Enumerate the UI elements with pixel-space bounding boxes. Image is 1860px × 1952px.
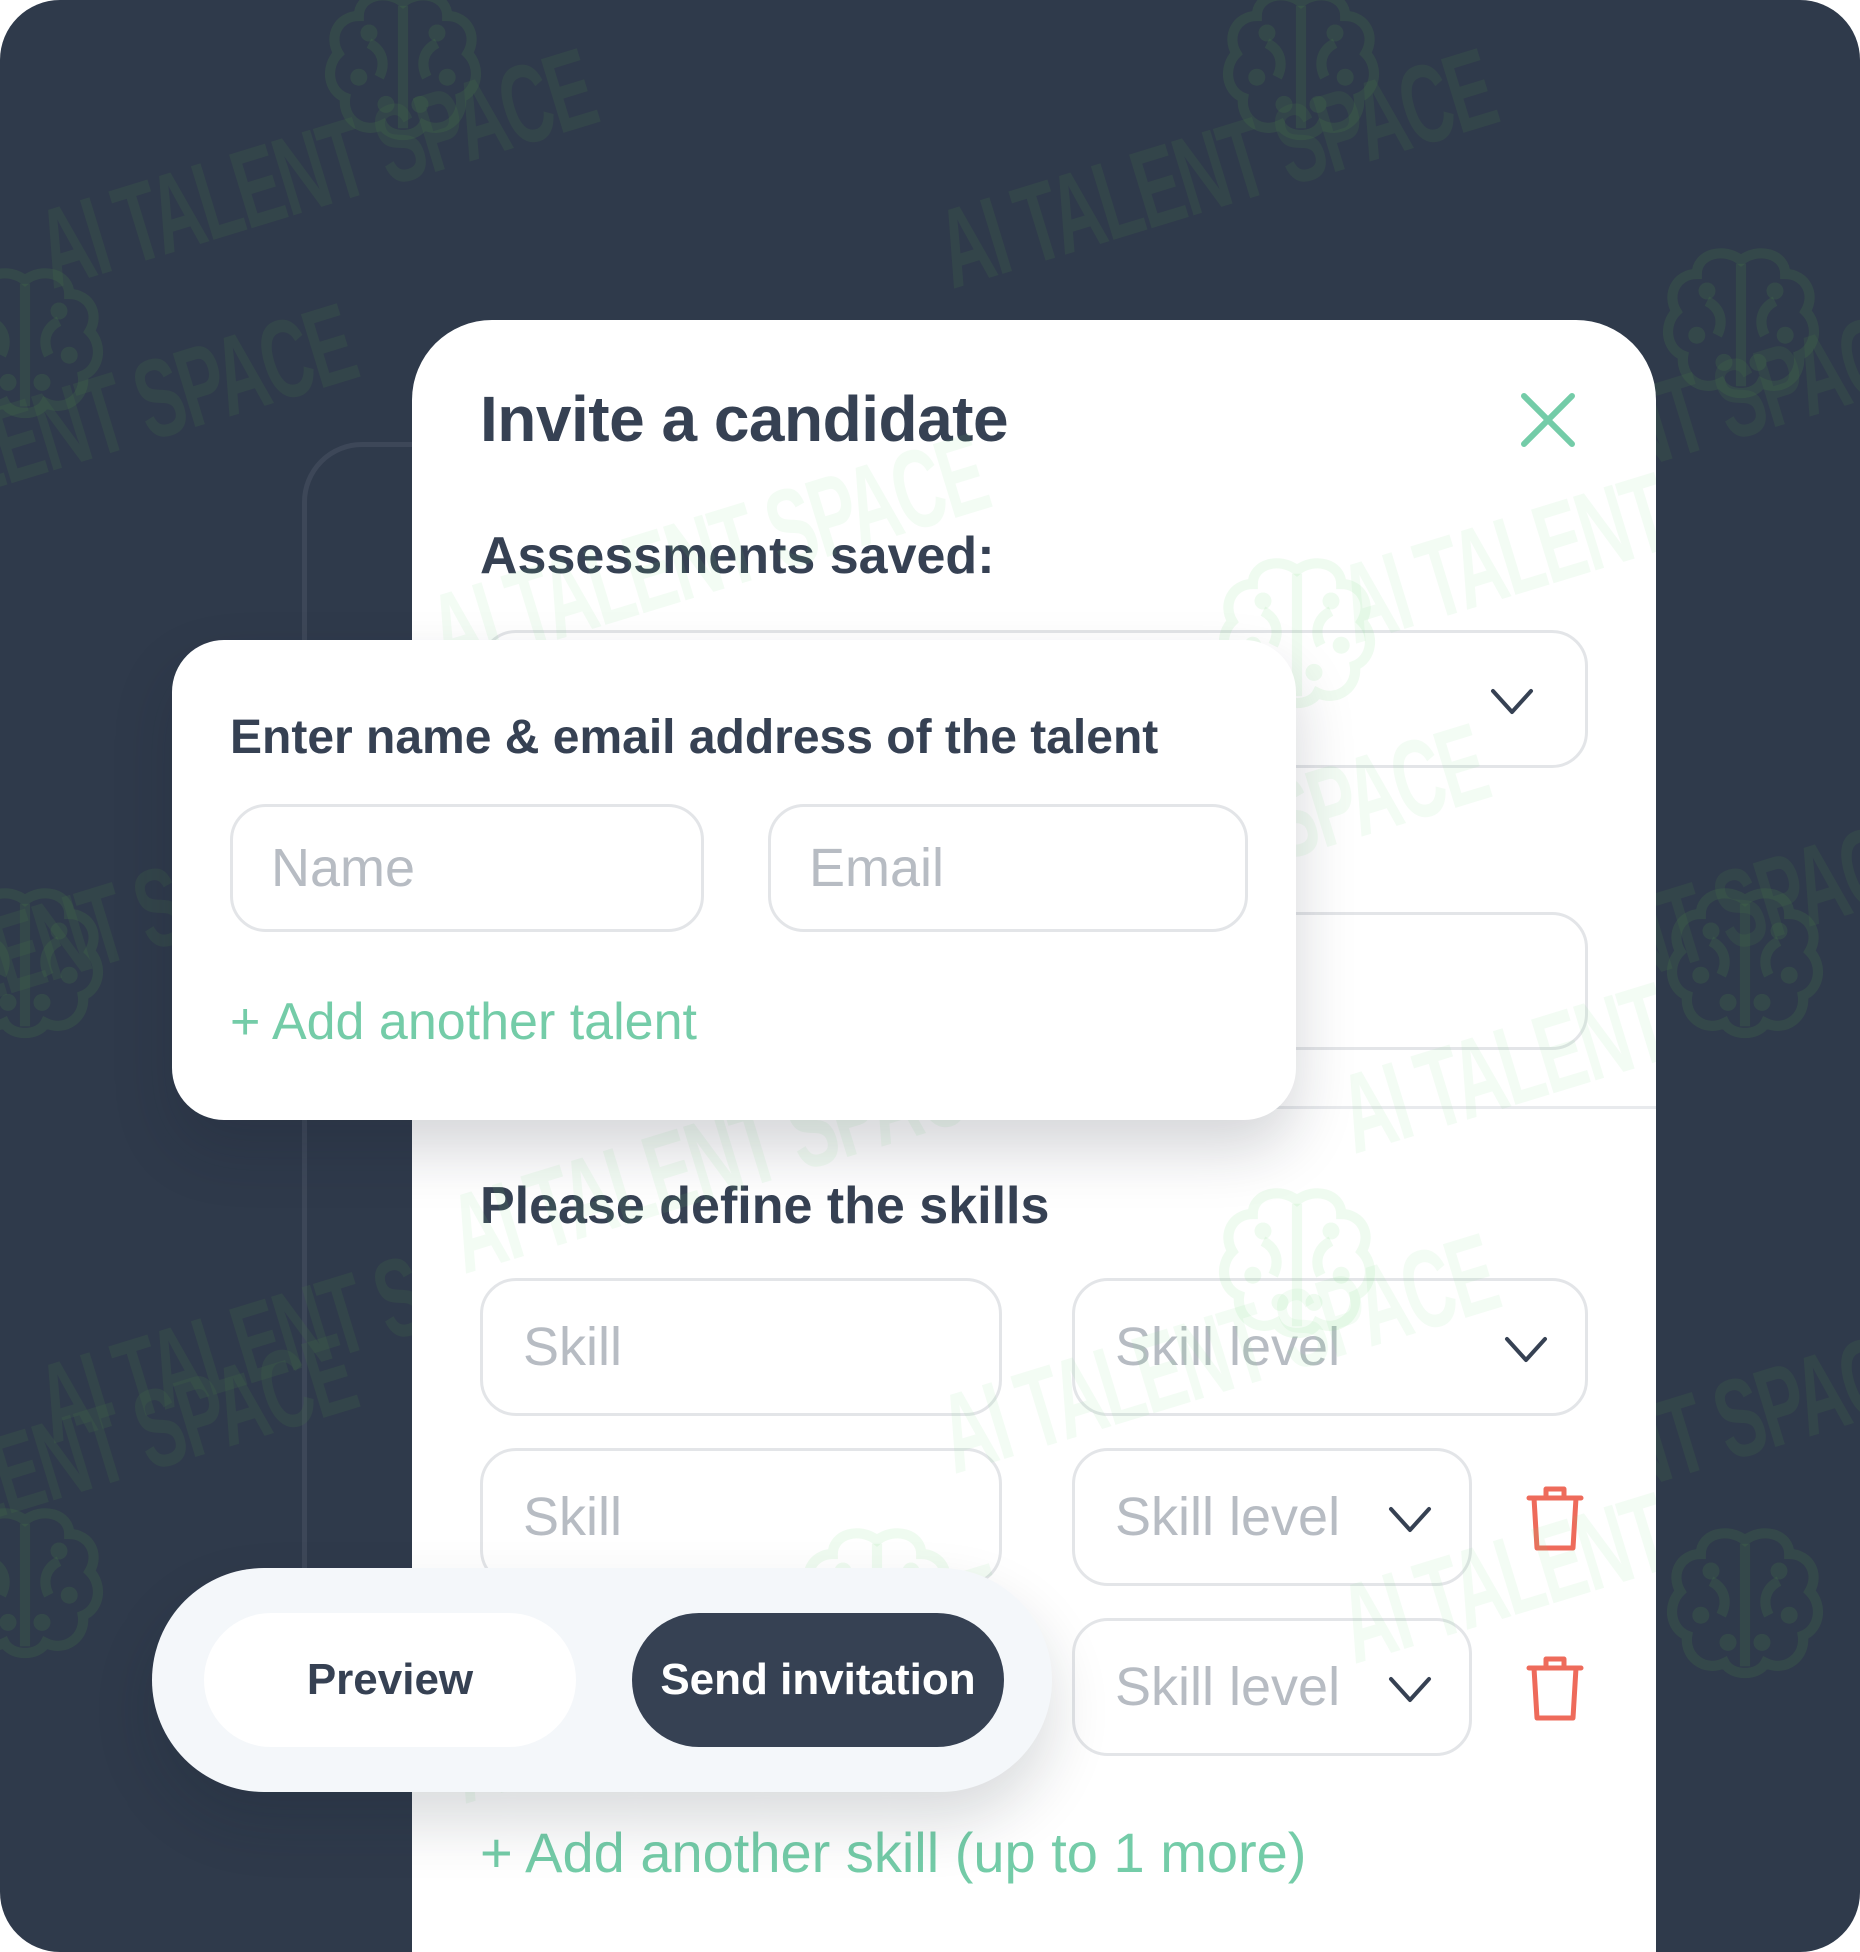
brain-logo-icon bbox=[1660, 880, 1830, 1050]
skill-level-placeholder: Skill level bbox=[1115, 1317, 1341, 1377]
skill-level-select[interactable]: Skill level bbox=[1072, 1278, 1588, 1416]
brain-logo-icon bbox=[0, 260, 110, 430]
skill-input[interactable]: Skill bbox=[480, 1448, 1002, 1586]
skill-input[interactable]: Skill bbox=[480, 1278, 1002, 1416]
email-input[interactable]: Email bbox=[768, 804, 1248, 932]
skill-level-placeholder: Skill level bbox=[1115, 1487, 1341, 1547]
chevron-down-icon bbox=[1505, 1337, 1547, 1362]
skill-level-placeholder: Skill level bbox=[1115, 1657, 1341, 1717]
email-input-placeholder: Email bbox=[809, 838, 945, 898]
add-talent-link[interactable]: + Add another talent bbox=[230, 992, 697, 1052]
brain-logo-icon bbox=[0, 880, 110, 1050]
skill-input-placeholder: Skill bbox=[523, 1317, 623, 1377]
talent-card: Enter name & email address of the talent… bbox=[172, 640, 1296, 1120]
skill-level-select[interactable]: Skill level bbox=[1072, 1448, 1472, 1586]
chevron-down-icon bbox=[1491, 689, 1533, 714]
action-bar: Preview Send invitation bbox=[152, 1568, 1052, 1792]
assessments-heading: Assessments saved: bbox=[480, 527, 995, 585]
skill-input-placeholder: Skill bbox=[523, 1487, 623, 1547]
close-icon[interactable] bbox=[1518, 390, 1578, 450]
chevron-down-icon bbox=[1389, 1677, 1431, 1702]
skill-level-select[interactable]: Skill level bbox=[1072, 1618, 1472, 1756]
watermark-text: AI TALENT SPACE bbox=[1324, 380, 1656, 668]
brain-logo-icon bbox=[318, 0, 488, 152]
send-invitation-button[interactable]: Send invitation bbox=[632, 1613, 1004, 1747]
talent-card-title: Enter name & email address of the talent bbox=[230, 711, 1159, 764]
brain-logo-icon bbox=[1216, 0, 1386, 152]
add-skill-link[interactable]: + Add another skill (up to 1 more) bbox=[480, 1820, 1306, 1885]
watermark-text: AI TALENT SPACE bbox=[22, 24, 608, 313]
name-input-placeholder: Name bbox=[271, 838, 416, 898]
trash-icon[interactable] bbox=[1526, 1484, 1584, 1552]
skills-heading: Please define the skills bbox=[480, 1177, 1050, 1235]
preview-button[interactable]: Preview bbox=[204, 1613, 576, 1747]
trash-icon[interactable] bbox=[1526, 1654, 1584, 1722]
brain-logo-icon bbox=[1660, 1520, 1830, 1690]
chevron-down-icon bbox=[1389, 1507, 1431, 1532]
name-input[interactable]: Name bbox=[230, 804, 704, 932]
brain-logo-icon bbox=[0, 1500, 110, 1670]
modal-title: Invite a candidate bbox=[480, 383, 1009, 455]
watermark-text: AI TALENT SPACE bbox=[922, 24, 1508, 313]
brain-logo-icon bbox=[1656, 240, 1826, 410]
